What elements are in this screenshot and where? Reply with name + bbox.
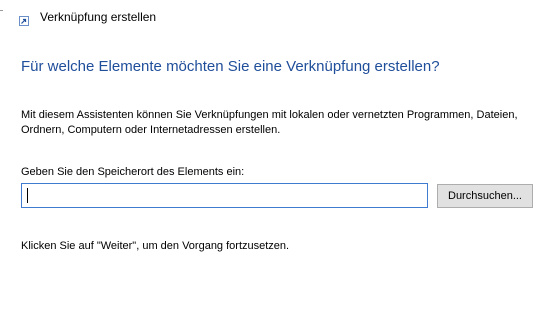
browse-button[interactable]: Durchsuchen... (437, 184, 533, 208)
wizard-description: Mit diesem Assistenten können Sie Verknü… (21, 109, 518, 136)
title-bar: Verknüpfung erstellen (0, 0, 557, 30)
location-input[interactable] (21, 183, 428, 208)
create-shortcut-wizard: Verknüpfung erstellen Für welche Element… (0, 0, 557, 310)
next-instruction: Klicken Sie auf "Weiter", um den Vorgang… (21, 240, 290, 252)
text-caret (27, 188, 28, 203)
page-heading: Für welche Elemente möchten Sie eine Ver… (21, 58, 440, 75)
shortcut-icon (19, 13, 29, 26)
window-title: Verknüpfung erstellen (40, 10, 157, 24)
window-edge-mark (0, 10, 3, 11)
location-label: Geben Sie den Speicherort des Elements e… (21, 166, 245, 178)
